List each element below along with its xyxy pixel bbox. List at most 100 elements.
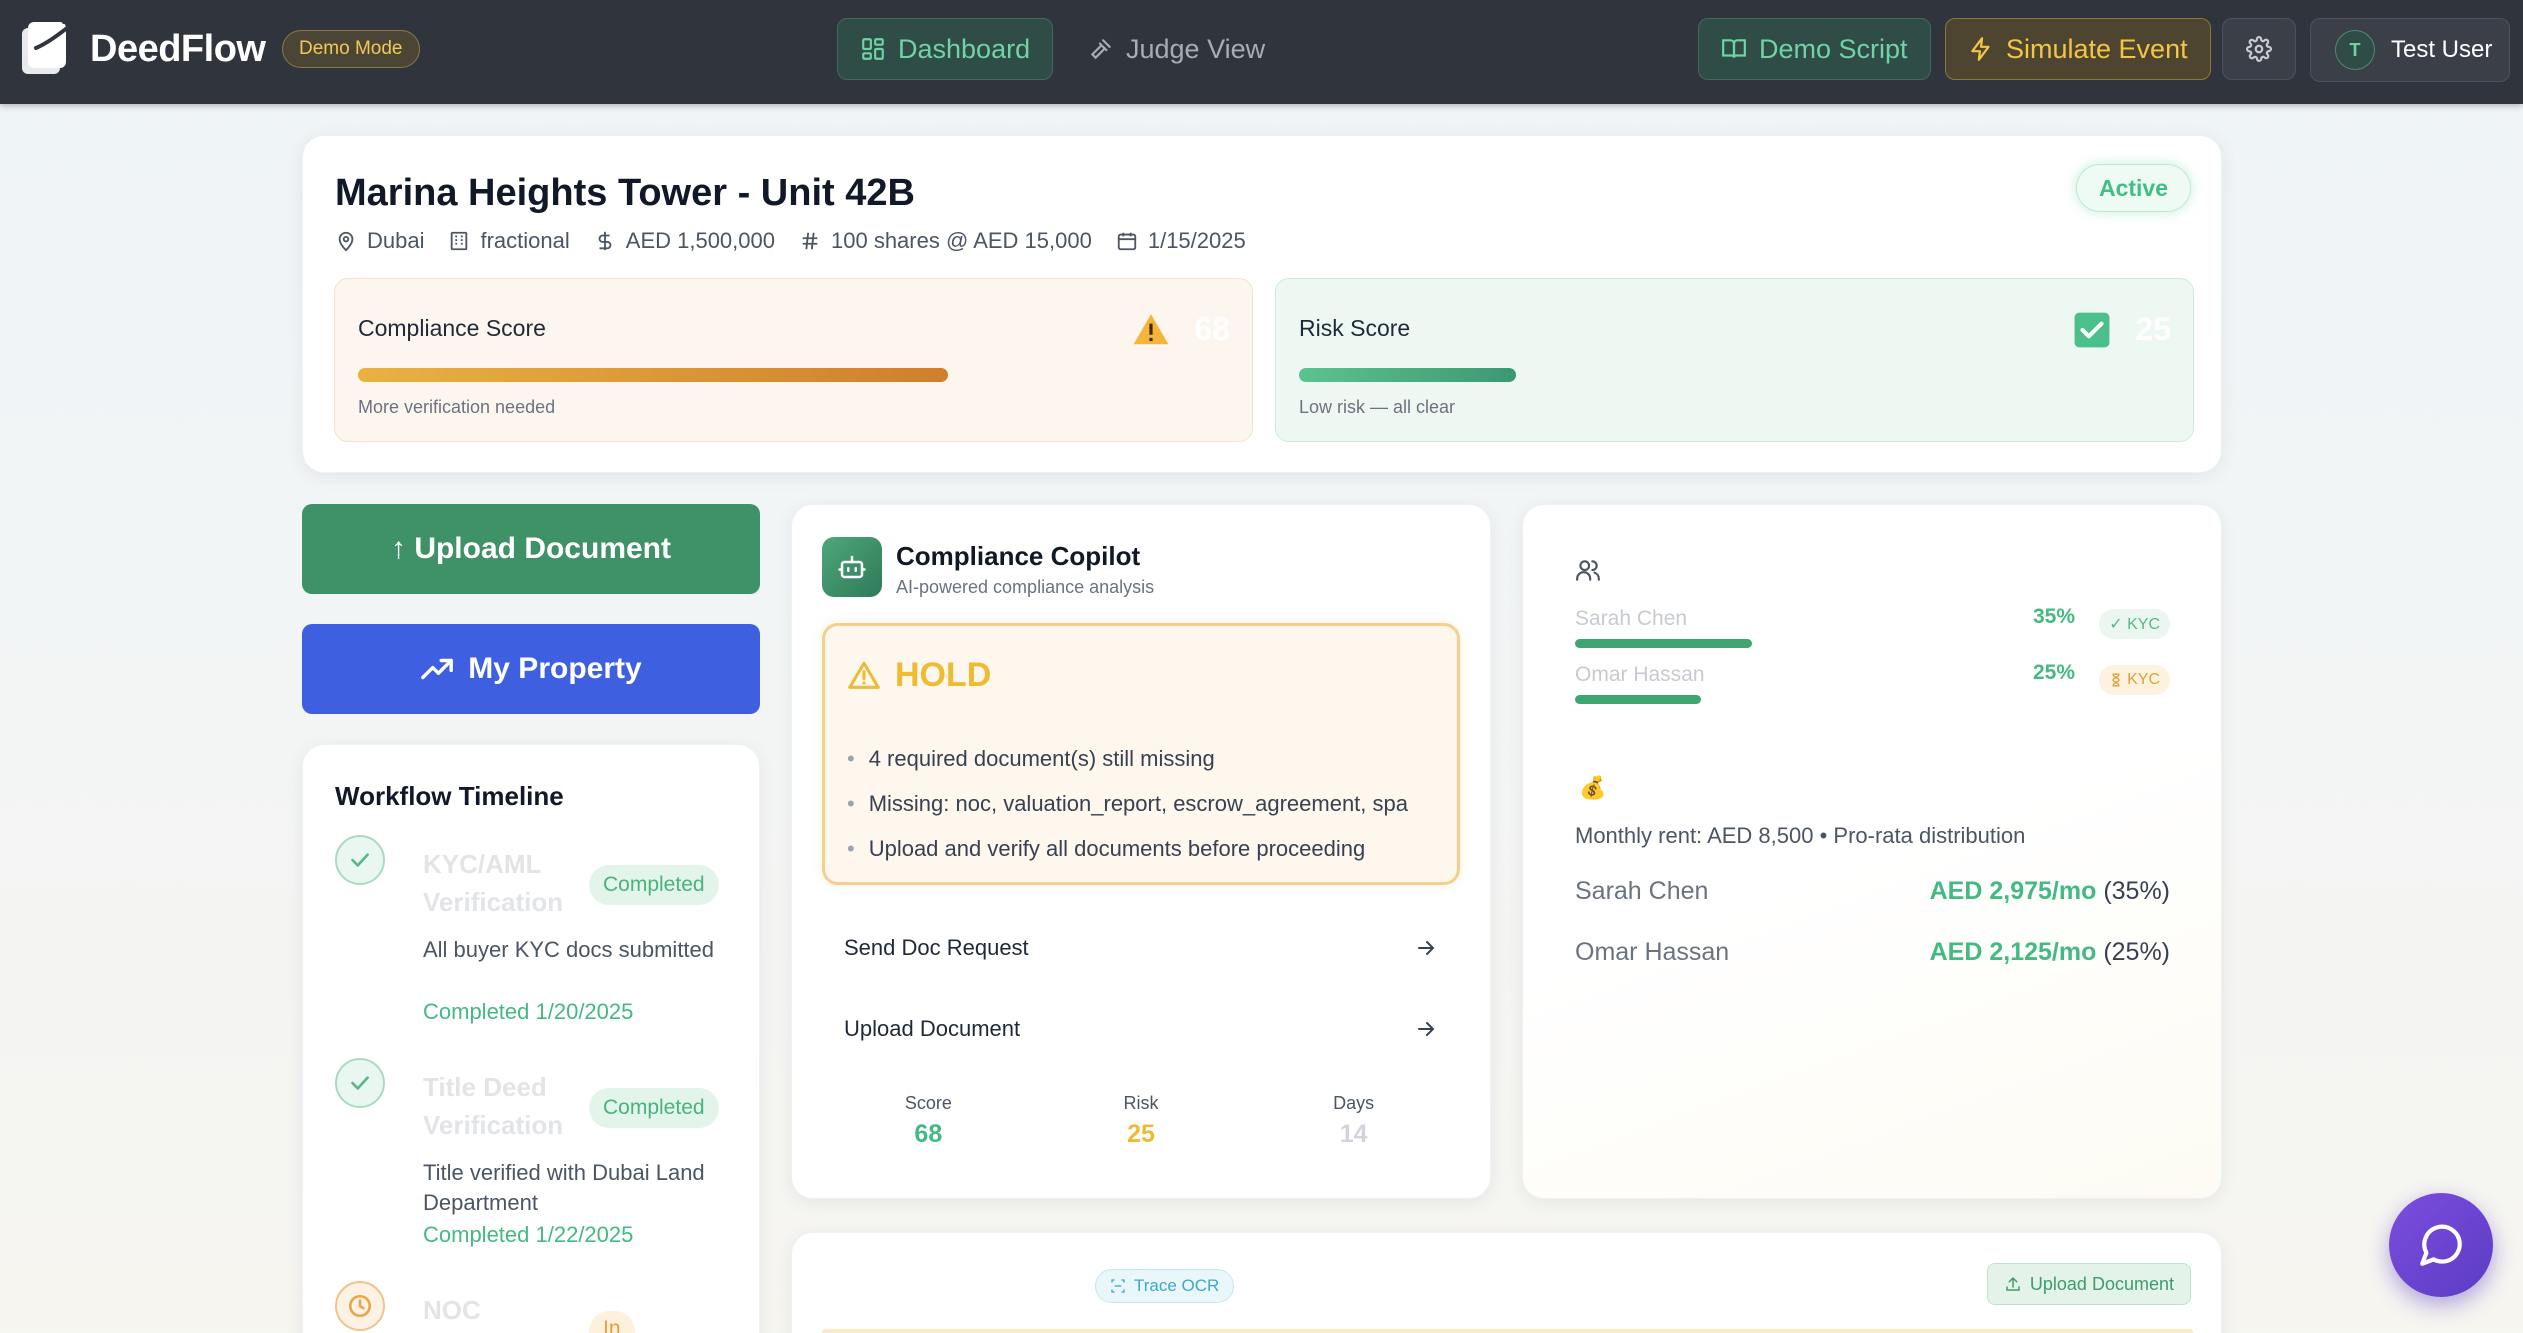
meta-location: Dubai: [335, 228, 424, 254]
owner-name: Omar Hassan: [1575, 663, 1705, 686]
risk-score-value: 25: [2135, 311, 2171, 347]
nav-judge-view[interactable]: Judge View: [1066, 18, 1287, 80]
arrow-right-icon: [1418, 1022, 1435, 1036]
arrow-right-icon: [1418, 941, 1435, 955]
compliance-score-label: Compliance Score: [358, 315, 546, 341]
kyc-badge: KYC: [2099, 665, 2170, 695]
meta-date: 1/15/2025: [1116, 228, 1246, 254]
hold-decision-box: HOLD 4 required document(s) still missin…: [822, 623, 1460, 885]
building-icon: [451, 231, 468, 251]
kyc-badge: ✓ KYC: [2099, 609, 2170, 639]
meta-price: AED 1,500,000: [594, 228, 775, 254]
distribution-row: Sarah Chen AED 2,975/mo (35%): [1575, 877, 2170, 905]
documents-upload-button[interactable]: Upload Document: [1986, 1263, 2191, 1305]
app-name: DeedFlow: [90, 27, 266, 70]
list-item: Missing: noc, valuation_report, escrow_a…: [847, 781, 1408, 826]
property-meta: Dubai fractional AED 1,500,000 100 share…: [335, 228, 1246, 254]
compliance-score-note: More verification needed: [358, 397, 556, 417]
list-item: 4 required document(s) still missing: [847, 736, 1408, 781]
copilot-subtitle: AI-powered compliance analysis: [896, 577, 1155, 597]
send-doc-request-action[interactable]: Send Doc Request: [822, 913, 1460, 983]
meta-shares: 100 shares @ AED 15,000: [799, 228, 1092, 254]
user-name: Test User: [2391, 36, 2493, 63]
check-circle-icon: [335, 1058, 385, 1108]
timeline-step-desc: All buyer KYC docs submitted: [423, 937, 715, 962]
upload-document-action-label: Upload Document: [844, 1016, 1021, 1041]
timeline-step-status: Completed: [589, 865, 719, 905]
compliance-copilot-card: Compliance Copilot AI-powered compliance…: [791, 504, 1491, 1199]
timeline-step-status: Completed: [589, 1088, 719, 1128]
nav-dashboard[interactable]: Dashboard: [837, 18, 1054, 80]
my-property-button[interactable]: My Property: [302, 624, 760, 714]
timeline-step-desc: Title verified with Dubai Land Departmen…: [423, 1160, 705, 1215]
scan-icon: [1111, 1279, 1125, 1293]
chat-button[interactable]: [2389, 1193, 2493, 1297]
risk-score-box: Risk Score 25 Low risk — all clear: [1275, 278, 2194, 442]
chat-bubble-icon: [2420, 1224, 2462, 1266]
deed-logo-icon: [22, 20, 77, 74]
risk-score-note: Low risk — all clear: [1299, 397, 1456, 417]
simulate-event-button[interactable]: Simulate Event: [1945, 18, 2211, 80]
upload-document-action[interactable]: Upload Document: [822, 994, 1460, 1064]
user-menu[interactable]: T Test User: [2310, 18, 2510, 82]
timeline-step-name: Title Deed Verification: [423, 1072, 564, 1140]
property-title: Marina Heights Tower - Unit 42B: [335, 172, 915, 214]
app-logo[interactable]: DeedFlow: [16, 18, 266, 80]
upload-document-label: ↑ Upload Document: [390, 532, 671, 565]
trace-ocr-button[interactable]: Trace OCR: [1095, 1269, 1235, 1303]
my-property-label: My Property: [468, 652, 642, 685]
copilot-stats: Score 68 Risk 25 Days 14: [822, 1093, 1460, 1149]
stat-days: Days 14: [1333, 1093, 1375, 1148]
money-bag-icon: 💰: [1579, 775, 1607, 800]
timeline-step-status: In: [589, 1311, 635, 1333]
check-box-icon: [2074, 312, 2110, 348]
list-item: Upload and verify all documents before p…: [847, 826, 1408, 871]
stat-risk: Risk 25: [1123, 1093, 1159, 1148]
property-header-card: Marina Heights Tower - Unit 42B Active D…: [302, 135, 2222, 473]
copilot-title: Compliance Copilot: [896, 541, 1141, 571]
status-badge: Active: [2075, 164, 2191, 212]
owner-share-bar: [1575, 695, 1702, 704]
hold-header: HOLD: [847, 656, 991, 695]
dollar-icon: [598, 231, 612, 251]
ownership-card: Sarah Chen 35% ✓ KYC Omar Hassan 25% KYC…: [1522, 504, 2222, 1199]
demo-script-button[interactable]: Demo Script: [1698, 18, 1931, 80]
timeline-step-date: Completed 1/20/2025: [423, 999, 634, 1024]
timeline-step-name: NOC: [423, 1295, 481, 1325]
documents-card: Trace OCR Upload Document: [791, 1232, 2222, 1333]
timeline-title: Workflow Timeline: [335, 781, 564, 811]
avatar: T: [2335, 30, 2375, 70]
warning-triangle-icon: [848, 661, 880, 689]
risk-score-label: Risk Score: [1299, 315, 1411, 341]
compliance-score-bar: [358, 368, 949, 382]
send-doc-request-label: Send Doc Request: [844, 935, 1029, 960]
robot-icon: [822, 537, 882, 597]
hourglass-icon: [2112, 673, 2120, 687]
lightning-icon: [1971, 37, 1990, 61]
trending-up-icon: [421, 658, 454, 680]
distribution-row: Omar Hassan AED 2,125/mo (25%): [1575, 938, 2170, 966]
meta-type: fractional: [448, 228, 570, 254]
workflow-timeline-card: Workflow Timeline KYC/AML Verification C…: [302, 744, 760, 1333]
dashboard-icon: [862, 38, 884, 60]
gear-icon: [2246, 36, 2272, 62]
stat-score: Score 68: [904, 1093, 952, 1148]
upload-document-button[interactable]: ↑ Upload Document: [302, 504, 760, 594]
owner-pct: 25%: [2032, 661, 2075, 684]
documents-divider: [822, 1329, 2193, 1333]
clock-icon: [335, 1281, 385, 1331]
owner-share-bar: [1575, 639, 1752, 648]
demo-script-label: Demo Script: [1759, 33, 1908, 64]
owner-name: Sarah Chen: [1575, 607, 1688, 630]
users-icon: [1576, 560, 1600, 581]
nav-dashboard-label: Dashboard: [898, 33, 1031, 64]
settings-button[interactable]: [2222, 18, 2296, 80]
calendar-icon: [1117, 232, 1137, 251]
upload-icon: [2006, 1276, 2020, 1291]
top-bar: DeedFlow Demo Mode Dashboard Judge View …: [0, 0, 2523, 104]
hold-reasons: 4 required document(s) still missing Mis…: [847, 736, 1408, 871]
compliance-score-value: 68: [1194, 311, 1230, 347]
timeline-step-date: Completed 1/22/2025: [423, 1222, 634, 1247]
risk-score-bar: [1299, 368, 1516, 382]
timeline-step-name: KYC/AML Verification: [423, 849, 564, 917]
